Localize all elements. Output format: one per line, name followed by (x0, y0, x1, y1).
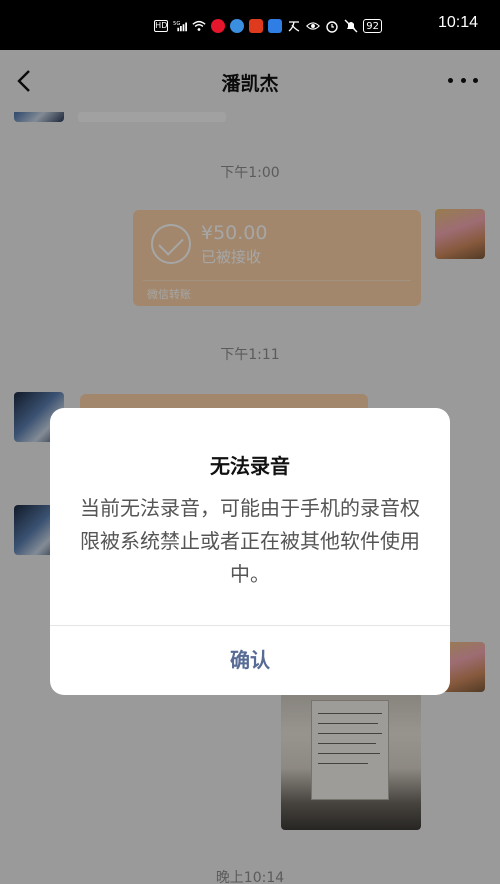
eye-icon (306, 19, 321, 33)
battery-indicator: 92 (363, 19, 382, 33)
status-bar: HD 5G 92 10:14 (0, 0, 500, 50)
mute-bell-icon (344, 19, 358, 33)
app-notification-icon (268, 19, 283, 33)
svg-text:5G: 5G (173, 21, 180, 27)
wifi-icon (192, 19, 206, 33)
translate-icon (287, 19, 301, 33)
alert-dialog: 无法录音 当前无法录音，可能由于手机的录音权限被系统禁止或者正在被其他软件使用中… (50, 408, 450, 695)
status-time: 10:14 (437, 14, 478, 31)
hd-badge: HD (154, 20, 169, 32)
confirm-button[interactable]: 确认 (50, 626, 450, 695)
taobao-icon (249, 19, 264, 33)
alarm-icon (325, 19, 339, 33)
dialog-title: 无法录音 (210, 454, 290, 478)
signal-5g-icon: 5G (173, 19, 188, 33)
dialog-message: 当前无法录音，可能由于手机的录音权限被系统禁止或者正在被其他软件使用中。 (80, 496, 420, 586)
status-icons: HD 5G 92 (154, 17, 382, 35)
weibo-icon (211, 19, 226, 33)
browser-icon (230, 19, 245, 33)
